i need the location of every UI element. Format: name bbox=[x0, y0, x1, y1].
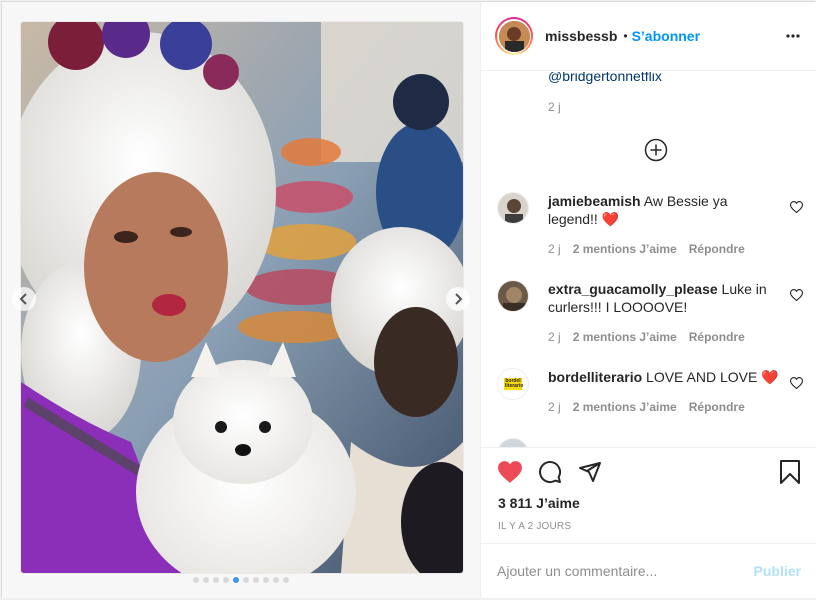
like-post-button[interactable] bbox=[497, 460, 523, 489]
carousel-dot bbox=[253, 577, 259, 583]
more-icon bbox=[786, 34, 800, 38]
comments-list[interactable]: @bridgertonnetflix 2 j jamiebeamish Aw B… bbox=[481, 72, 816, 447]
comment-meta: 2 j 2 mentions J’aime Répondre bbox=[548, 400, 745, 414]
carousel-dot bbox=[263, 577, 269, 583]
comment-message: LOVE AND LOVE bbox=[646, 369, 758, 385]
photo-illustration bbox=[21, 22, 463, 573]
likes-count[interactable]: 3 811 J’aime bbox=[498, 495, 580, 511]
like-comment-button[interactable] bbox=[789, 288, 804, 306]
comment-time: 2 j bbox=[548, 242, 561, 256]
more-options-button[interactable] bbox=[785, 28, 801, 49]
comment-text: extra_guacamolly_please Luke in curlers!… bbox=[548, 280, 780, 316]
bookmark-icon bbox=[780, 460, 800, 484]
post-actions: 3 811 J’aime IL Y A 2 JOURS bbox=[481, 447, 816, 543]
reply-button[interactable]: Répondre bbox=[689, 330, 745, 344]
commenter-username[interactable]: extra_guacamolly_please bbox=[548, 281, 718, 297]
commenter-avatar[interactable] bbox=[497, 192, 529, 224]
comment-text: jamiebeamish Aw Bessie ya legend!! ❤️ bbox=[548, 192, 780, 229]
avatar-illustration bbox=[498, 193, 528, 223]
post-timestamp: IL Y A 2 JOURS bbox=[498, 521, 572, 532]
carousel-dot bbox=[243, 577, 249, 583]
heart-icon bbox=[789, 201, 804, 214]
carousel-dot bbox=[193, 577, 199, 583]
commenter-username[interactable]: jamiebeamish bbox=[548, 193, 641, 209]
like-comment-button[interactable] bbox=[789, 200, 804, 218]
post-side-panel: missbessb • S’abonner @bridgertonnetflix… bbox=[480, 2, 816, 598]
commenter-avatar[interactable] bbox=[497, 280, 529, 312]
reply-button[interactable]: Répondre bbox=[689, 400, 745, 414]
reply-button[interactable]: Répondre bbox=[689, 242, 745, 256]
carousel-dot bbox=[283, 577, 289, 583]
comment-input[interactable] bbox=[497, 563, 754, 579]
save-button[interactable] bbox=[779, 460, 801, 489]
share-icon bbox=[579, 462, 601, 482]
comment-time: 2 j bbox=[548, 400, 561, 414]
load-more-comments-button[interactable] bbox=[644, 138, 668, 162]
carousel-dot bbox=[223, 577, 229, 583]
carousel-dot-active bbox=[233, 577, 239, 583]
comment-meta: 2 j 2 mentions J’aime Répondre bbox=[548, 330, 745, 344]
comment-emoji: ❤️ bbox=[601, 212, 620, 228]
heart-icon bbox=[789, 377, 804, 390]
heart-icon bbox=[498, 461, 522, 483]
add-comment-bar: Publier bbox=[481, 543, 816, 598]
previous-image-button[interactable] bbox=[12, 287, 36, 311]
avatar-inner bbox=[497, 19, 531, 53]
post-dialog: missbessb • S’abonner @bridgertonnetflix… bbox=[1, 1, 816, 598]
comment-emoji: ❤️ bbox=[761, 370, 779, 386]
comment-text: bordelliterario LOVE AND LOVE ❤️ bbox=[548, 368, 780, 387]
commenter-avatar[interactable] bbox=[497, 438, 529, 447]
heart-icon bbox=[789, 289, 804, 302]
carousel-dot bbox=[203, 577, 209, 583]
post-photo[interactable] bbox=[21, 22, 463, 573]
next-image-button[interactable] bbox=[446, 287, 470, 311]
comment-likes[interactable]: 2 mentions J’aime bbox=[573, 330, 677, 344]
like-comment-button[interactable] bbox=[789, 376, 804, 394]
post-header: missbessb • S’abonner bbox=[481, 2, 816, 71]
author-avatar-image bbox=[498, 20, 530, 52]
comment-meta: 2 j 2 mentions J’aime Répondre bbox=[548, 242, 745, 256]
comment-likes[interactable]: 2 mentions J’aime bbox=[573, 400, 677, 414]
comment-likes[interactable]: 2 mentions J’aime bbox=[573, 242, 677, 256]
carousel-dot bbox=[273, 577, 279, 583]
avatar-illustration bbox=[498, 281, 528, 311]
author-avatar[interactable] bbox=[495, 17, 533, 55]
commenter-username[interactable]: bordelliterario bbox=[548, 369, 642, 385]
chevron-right-icon bbox=[455, 293, 463, 305]
avatar-logo-text: bordel literario bbox=[504, 378, 524, 390]
caption-timestamp: 2 j bbox=[548, 100, 561, 114]
commenter-avatar[interactable]: bordel literario bbox=[497, 368, 529, 400]
carousel-indicator bbox=[2, 577, 480, 583]
carousel-dot bbox=[213, 577, 219, 583]
follow-button[interactable]: S’abonner bbox=[632, 28, 700, 44]
author-username[interactable]: missbessb bbox=[545, 28, 617, 44]
caption-mention-link[interactable]: @bridgertonnetflix bbox=[548, 72, 662, 84]
publish-button[interactable]: Publier bbox=[754, 563, 801, 579]
media-pane bbox=[2, 2, 480, 598]
plus-circle-icon bbox=[644, 138, 668, 162]
comment-icon bbox=[539, 461, 562, 484]
comment-time: 2 j bbox=[548, 330, 561, 344]
avatar-illustration bbox=[498, 20, 530, 52]
comment-button[interactable] bbox=[538, 460, 562, 489]
separator-dot: • bbox=[623, 29, 628, 43]
chevron-left-icon bbox=[19, 293, 27, 305]
share-button[interactable] bbox=[578, 460, 602, 489]
